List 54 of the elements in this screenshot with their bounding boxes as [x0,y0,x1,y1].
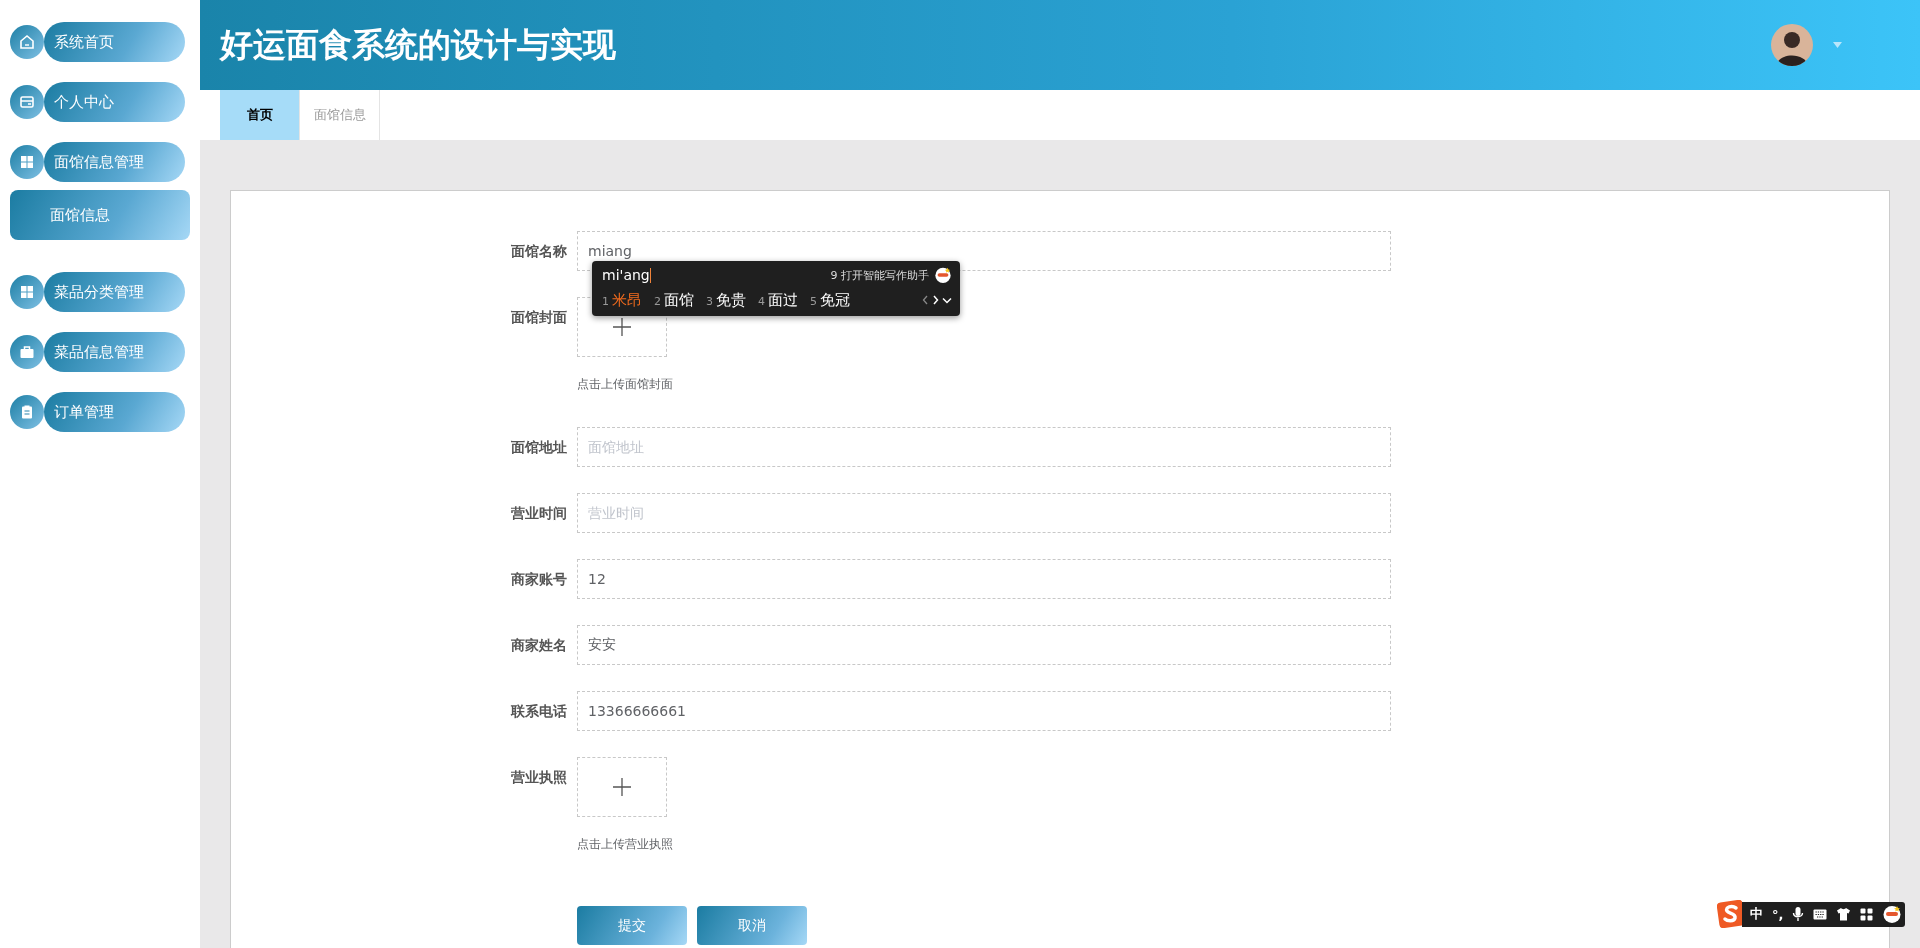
field-label: 面馆名称 [510,242,568,261]
upload-hint: 点击上传营业执照 [577,836,673,853]
menu-item[interactable]: 面馆信息管理 [44,142,185,182]
house-icon [10,25,44,59]
chevron-right-icon[interactable] [932,295,939,305]
ime-candidate[interactable]: 面馆 [664,290,694,310]
clipboard-icon [10,395,44,429]
briefcase-icon [10,335,44,369]
menu-item[interactable]: 菜品信息管理 [44,332,185,372]
input-field[interactable]: 面馆地址 [577,427,1391,467]
candidate-number: 5 [810,294,817,308]
candidate-number: 3 [706,294,713,308]
upload-hint: 点击上传面馆封面 [577,376,673,393]
field-label: 面馆封面 [510,308,568,327]
submenu-item[interactable]: 面馆信息 [10,190,190,240]
field-label: 营业执照 [510,768,568,787]
ime-candidate[interactable]: 面过 [768,290,798,310]
candidate-number: 4 [758,294,765,308]
plus-icon [612,317,632,337]
grid-icon [10,275,44,309]
menu-item[interactable]: 订单管理 [44,392,185,432]
grid-icon[interactable] [1860,907,1874,921]
menu-item[interactable]: 菜品分类管理 [44,272,185,312]
menu-item[interactable]: 个人中心 [44,82,185,122]
candidate-number: 2 [654,294,661,308]
card-icon [10,85,44,119]
shirt-icon[interactable] [1836,907,1852,921]
mascot-icon[interactable] [1882,904,1903,924]
field-label: 联系电话 [509,702,568,721]
ime-candidate[interactable]: 免冠 [820,290,850,310]
microphone-icon[interactable] [1792,906,1805,922]
field-label: 商家账号 [510,570,568,589]
field-label: 面馆地址 [510,438,568,457]
ime-candidate[interactable]: 免贵 [716,290,746,310]
input-field[interactable]: 安安 [577,625,1391,665]
menu-item[interactable]: 系统首页 [44,22,185,62]
field-label: 营业时间 [510,504,568,523]
ime-toolbar-item[interactable]: °, [1772,906,1784,922]
tab[interactable]: 首页 [220,90,300,140]
app-title: 好运面食系统的设计与实现 [220,23,617,66]
keyboard-icon[interactable] [1813,908,1828,920]
input-field[interactable]: 12 [577,559,1391,599]
chevron-left-icon[interactable] [922,295,929,305]
candidate-number: 1 [602,294,609,308]
ime-candidate[interactable]: 米昂 [612,290,642,310]
avatar[interactable] [1771,24,1813,66]
mascot-icon[interactable] [934,266,952,284]
grid-icon [10,145,44,179]
chevron-down-icon[interactable] [942,296,952,304]
input-field[interactable]: 13366666661 [577,691,1391,731]
field-label: 商家姓名 [510,636,568,655]
plus-icon [612,777,632,797]
ime-toolbar-item[interactable]: 中 [1750,905,1763,923]
input-field[interactable]: 营业时间 [577,493,1391,533]
